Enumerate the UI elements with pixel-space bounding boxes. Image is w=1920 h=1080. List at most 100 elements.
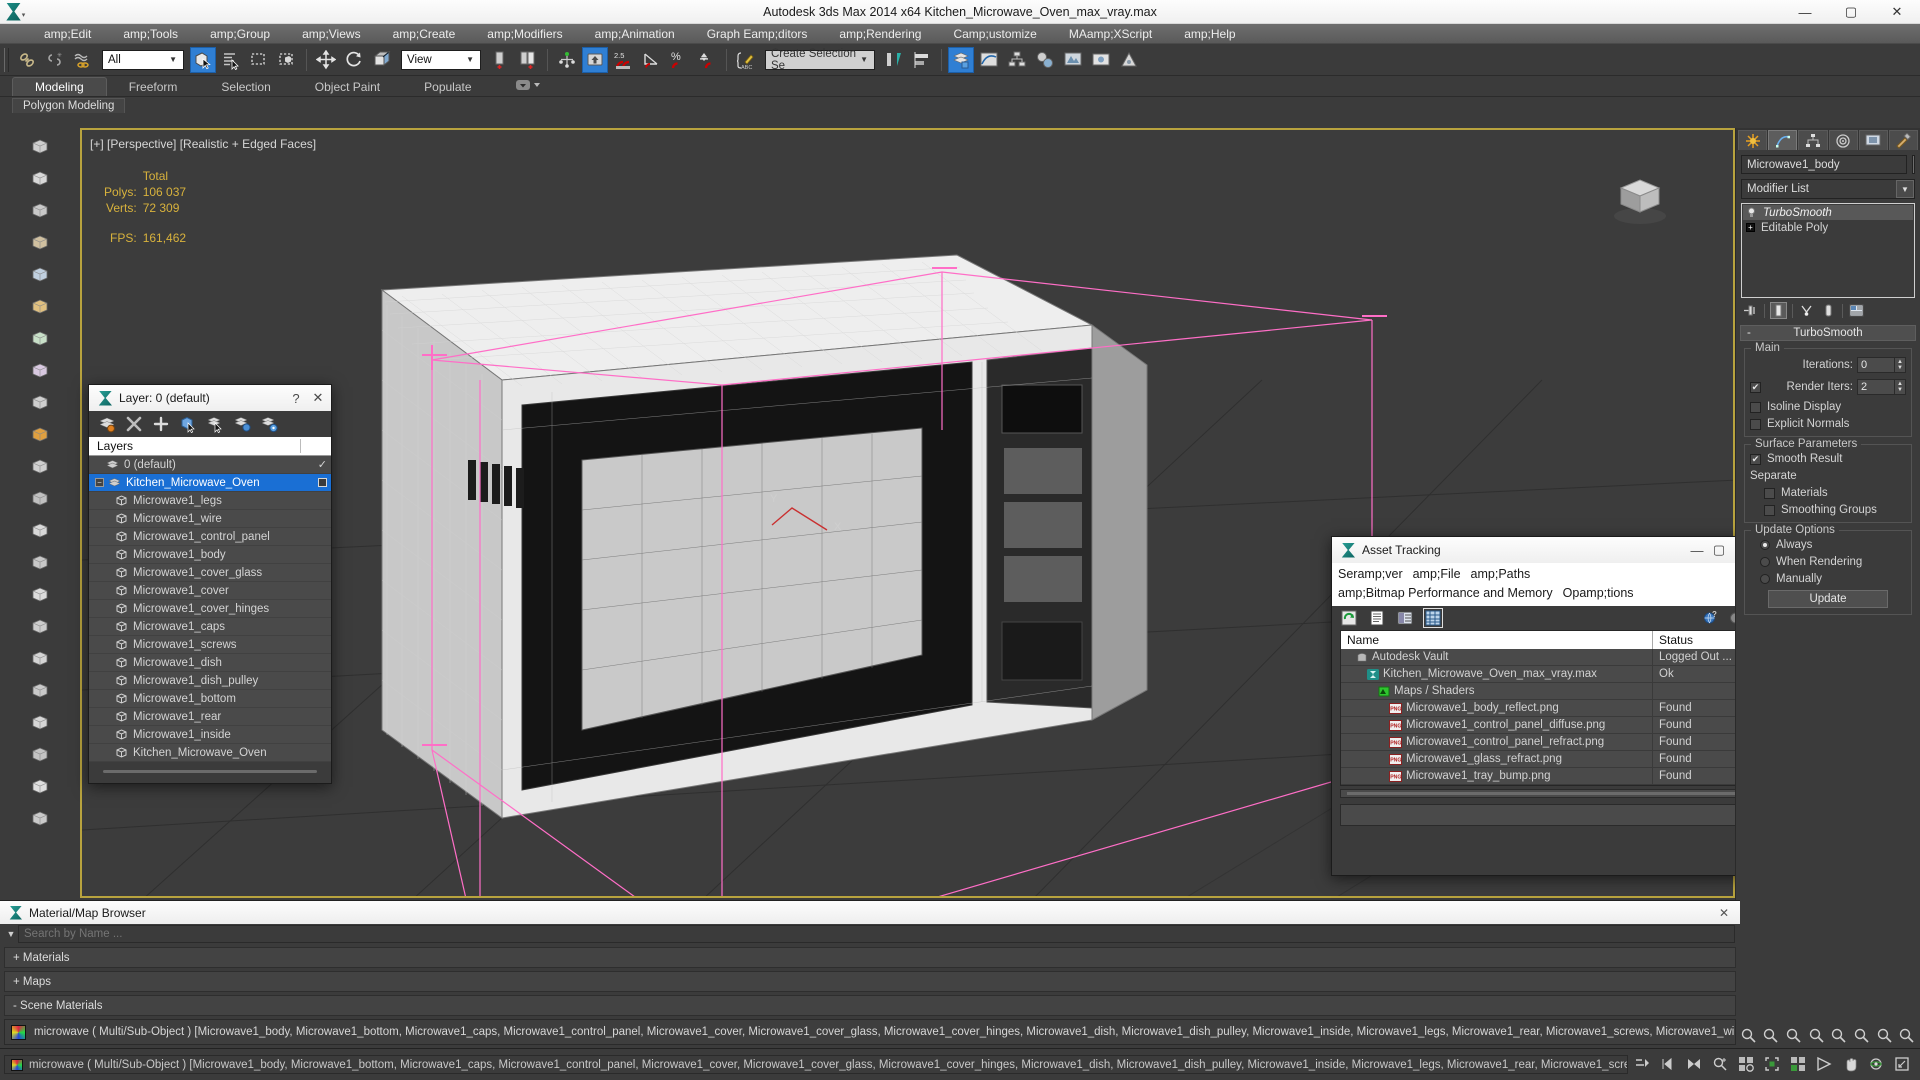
select-and-manipulate-icon[interactable] [554, 47, 580, 73]
layer-row[interactable]: Microwave1_body [89, 546, 331, 564]
pin-stack-icon[interactable] [1742, 302, 1759, 319]
select-and-move-icon[interactable] [313, 47, 339, 73]
modifier-stack-item-turbosmooth[interactable]: TurboSmooth [1743, 205, 1913, 220]
next-frame-icon[interactable] [1658, 1055, 1678, 1075]
render-setup-icon[interactable] [27, 774, 53, 800]
when-rendering-radio[interactable] [1760, 557, 1770, 567]
schematic-view-icon[interactable] [1004, 47, 1030, 73]
curve-editor-icon[interactable] [27, 678, 53, 704]
rectangular-region-icon[interactable] [27, 198, 53, 224]
layer-manager-icon[interactable] [948, 46, 974, 73]
asset-row[interactable]: PNG Microwave1_glass_refract.png Found [1341, 751, 1745, 768]
chevron-down-icon[interactable]: ▼ [856, 55, 872, 64]
close-icon[interactable]: ✕ [307, 390, 329, 406]
spinner-arrows-icon[interactable]: ▲ ▼ [1895, 357, 1906, 373]
render-icon[interactable] [27, 806, 53, 832]
unlink-icon[interactable]: ✳ [42, 47, 68, 73]
render-production-icon[interactable] [1116, 47, 1142, 73]
delete-layer-icon[interactable] [124, 414, 144, 434]
smooth-result-row[interactable]: ✔ Smooth Result [1750, 453, 1906, 465]
zoom-extents-icon[interactable] [1784, 1024, 1803, 1046]
horizontal-scrollbar[interactable] [103, 769, 317, 773]
remove-modifier-icon[interactable] [1820, 302, 1837, 319]
ribbon-panel-polygon-modeling[interactable]: Polygon Modeling [12, 98, 126, 113]
help-button[interactable]: ? [285, 391, 307, 406]
list-view-icon[interactable] [1368, 609, 1386, 627]
manually-radio[interactable] [1760, 574, 1770, 584]
layer-row[interactable]: Microwave1_control_panel [89, 528, 331, 546]
hierarchy-tab[interactable] [1798, 130, 1828, 150]
orbit-icon[interactable] [1875, 1024, 1894, 1046]
ribbon-tab-selection[interactable]: Selection [199, 78, 292, 96]
asset-row[interactable]: Kitchen_Microwave_Oven_max_vray.max Ok [1341, 666, 1745, 683]
chevron-down-icon[interactable]: ▼ [165, 55, 181, 64]
layer-dialog-titlebar[interactable]: Layer: 0 (default) ? ✕ [89, 385, 331, 411]
named-sets-icon[interactable] [27, 550, 53, 576]
layer-row[interactable]: Microwave1_legs [89, 492, 331, 510]
menu-item-6[interactable]: amp;Animation [579, 25, 691, 43]
isoline-display-checkbox[interactable] [1750, 401, 1761, 413]
materials-row[interactable]: Materials [1750, 487, 1906, 499]
scene-material-item[interactable]: microwave ( Multi/Sub-Object ) [Microwav… [4, 1019, 1736, 1045]
asset-tracking-dialog[interactable]: Asset Tracking — ▢ ✕ Seramp;veramp;Filea… [1331, 536, 1755, 876]
menu-item-5[interactable]: amp;Modifiers [471, 25, 578, 43]
create-new-layer-icon[interactable] [97, 414, 117, 434]
ribbon-tab-object-paint[interactable]: Object Paint [293, 78, 402, 96]
visibility-check-icon[interactable]: ✓ [318, 458, 327, 471]
layer-row[interactable]: Microwave1_cover [89, 582, 331, 600]
manipulate-icon[interactable] [27, 390, 53, 416]
modify-tab[interactable] [1768, 130, 1798, 150]
minimize-button[interactable]: — [1686, 543, 1708, 558]
layer-row[interactable]: Microwave1_bottom [89, 690, 331, 708]
maximize-button[interactable]: ▢ [1828, 0, 1874, 24]
object-name-input[interactable] [1741, 155, 1907, 174]
layer-row[interactable]: Microwave1_screws [89, 636, 331, 654]
material-editor-icon[interactable] [1032, 47, 1058, 73]
zoom-extents-all-icon[interactable] [1807, 1024, 1826, 1046]
pan-icon[interactable] [1852, 1024, 1871, 1046]
move-icon[interactable] [27, 262, 53, 288]
select-highlighted-layer-icon[interactable] [205, 414, 225, 434]
select-link-icon[interactable] [14, 47, 40, 73]
view-cube[interactable] [1605, 160, 1675, 230]
zoom-all-icon[interactable] [1762, 1024, 1781, 1046]
field-of-view-icon[interactable] [1830, 1024, 1849, 1046]
maximize-button[interactable]: ▢ [1708, 542, 1730, 558]
layer-row[interactable]: Microwave1_cover_hinges [89, 600, 331, 618]
named-selection-sets-combo[interactable]: Create Selection Se ▼ [765, 48, 875, 72]
zoom-extents-all-icon[interactable] [1788, 1055, 1808, 1075]
angle-snap-icon[interactable] [638, 47, 664, 73]
minimize-button[interactable]: — [1782, 0, 1828, 24]
rollup-collapse-icon[interactable]: - [1747, 327, 1751, 339]
close-icon[interactable]: ✕ [1712, 906, 1736, 920]
detail-view-icon[interactable] [1396, 609, 1414, 627]
visibility-checkbox[interactable] [318, 478, 327, 487]
align-icon[interactable] [909, 47, 935, 73]
use-selection-center-icon[interactable] [515, 47, 541, 73]
render-iters-checkbox[interactable]: ✔ [1750, 381, 1761, 393]
material-browser-titlebar[interactable]: Material/Map Browser ✕ [0, 901, 1740, 924]
object-color-swatch[interactable] [1912, 155, 1915, 174]
section-scene-materials[interactable]: - Scene Materials [4, 995, 1736, 1016]
rollup-header[interactable]: - TurboSmooth [1740, 325, 1916, 341]
asset-menu-item[interactable]: Opamp;tions [1563, 584, 1644, 603]
select-and-scale-icon[interactable] [369, 47, 395, 73]
spinner-arrows-icon[interactable]: ▲ ▼ [1895, 379, 1906, 395]
rectangular-selection-region-icon[interactable] [246, 47, 272, 73]
menu-item-3[interactable]: amp;Views [286, 25, 376, 43]
layer-row[interactable]: Microwave1_caps [89, 618, 331, 636]
refresh-icon[interactable] [1340, 609, 1358, 627]
layer-row[interactable]: Kitchen_Microwave_Oven [89, 744, 331, 762]
menu-item-1[interactable]: amp;Tools [107, 25, 194, 43]
close-button[interactable]: ✕ [1874, 0, 1920, 24]
show-end-result-icon[interactable] [1770, 302, 1787, 319]
grid-view-icon[interactable] [1423, 608, 1443, 628]
always-radio[interactable] [1760, 540, 1770, 550]
percent-snap-icon[interactable] [27, 486, 53, 512]
explicit-normals-checkbox[interactable] [1750, 418, 1761, 430]
asset-tracking-titlebar[interactable]: Asset Tracking — ▢ ✕ [1332, 537, 1754, 563]
motion-tab[interactable] [1828, 130, 1858, 150]
chevron-down-icon[interactable]: ▼ [1896, 180, 1914, 198]
chevron-down-icon[interactable]: ▼ [462, 55, 478, 64]
select-object-icon[interactable] [27, 134, 53, 160]
